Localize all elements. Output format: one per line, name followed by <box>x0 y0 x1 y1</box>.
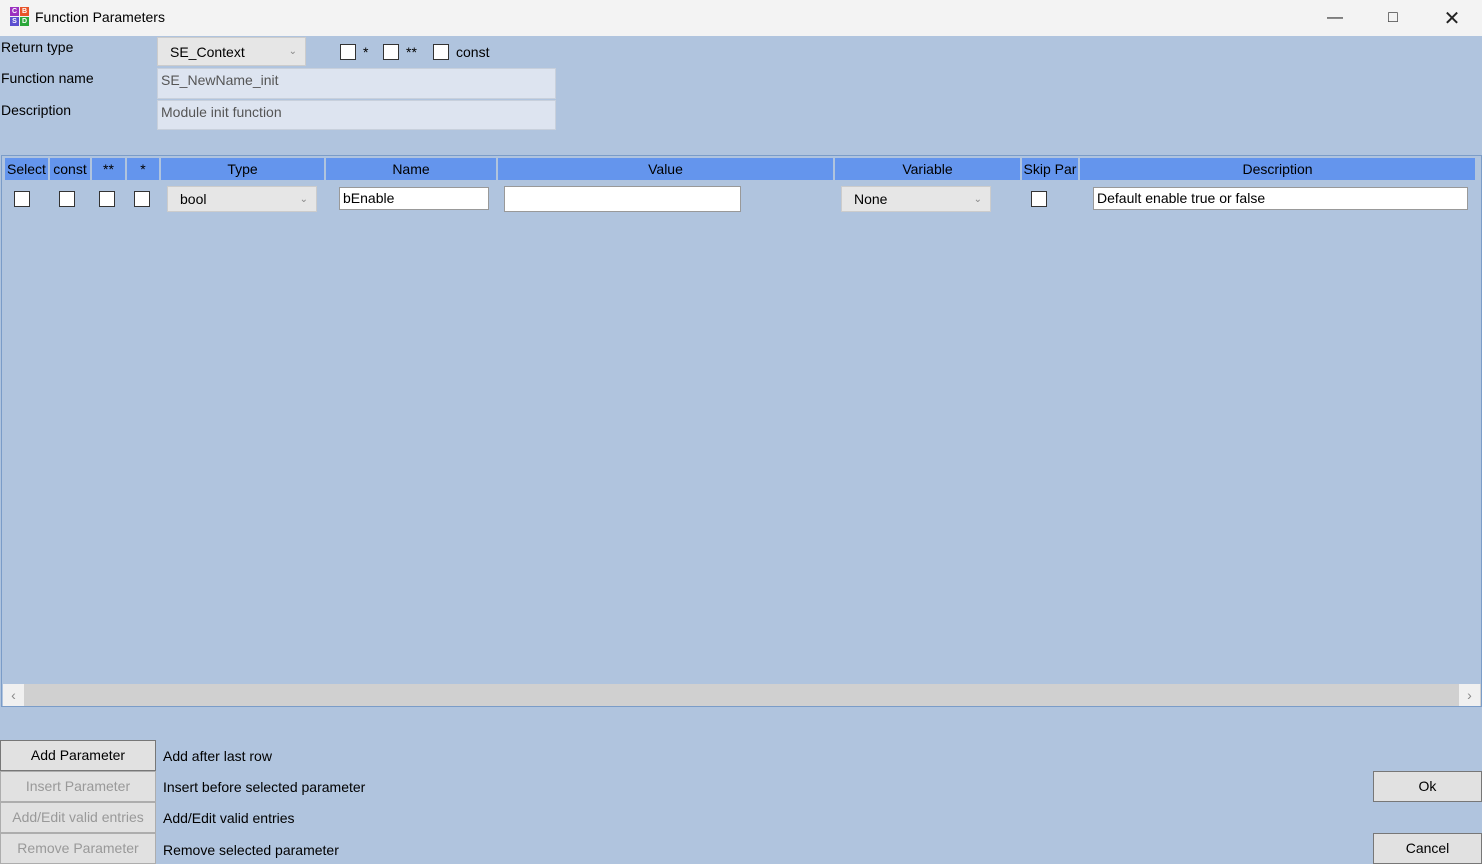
pointer-label: * <box>363 44 369 60</box>
row-variable-select[interactable]: None ⌄ <box>841 186 991 212</box>
return-type-select[interactable]: SE_Context ⌄ <box>157 37 306 66</box>
app-logo-icon: CBSD <box>10 7 29 26</box>
remove-parameter-button[interactable]: Remove Parameter <box>0 833 156 864</box>
chevron-down-icon: ⌄ <box>973 193 982 205</box>
header-variable: Variable <box>835 158 1020 180</box>
function-name-field[interactable]: SE_NewName_init <box>157 68 556 99</box>
chevron-down-icon: ⌄ <box>288 46 297 57</box>
ok-button[interactable]: Ok <box>1373 771 1482 802</box>
row-const-checkbox[interactable] <box>59 191 75 207</box>
pointer-checkbox[interactable] <box>340 44 356 60</box>
row-skip-par-checkbox[interactable] <box>1031 191 1047 207</box>
return-type-label: Return type <box>1 39 74 55</box>
const-label: const <box>456 44 490 60</box>
double-pointer-label: ** <box>406 44 417 60</box>
const-checkbox[interactable] <box>433 44 449 60</box>
row-type-select[interactable]: bool ⌄ <box>167 186 317 212</box>
remove-parameter-hint: Remove selected parameter <box>163 842 339 858</box>
header-description: Description <box>1080 158 1475 180</box>
description-field[interactable]: Module init function <box>157 100 556 130</box>
parameters-table <box>1 155 1482 707</box>
window-title: Function Parameters <box>35 9 165 25</box>
add-parameter-button[interactable]: Add Parameter <box>0 740 156 771</box>
cancel-button[interactable]: Cancel <box>1373 833 1482 864</box>
row-type-value: bool <box>180 191 207 207</box>
double-pointer-checkbox[interactable] <box>383 44 399 60</box>
function-name-label: Function name <box>1 70 94 86</box>
row-variable-value: None <box>854 191 888 207</box>
header-value: Value <box>498 158 833 180</box>
add-parameter-hint: Add after last row <box>163 748 272 764</box>
maximize-button[interactable]: □ <box>1364 0 1422 36</box>
title-bar <box>0 0 1482 36</box>
row-name-input[interactable]: bEnable <box>339 187 489 210</box>
row-select-checkbox[interactable] <box>14 191 30 207</box>
horizontal-scrollbar[interactable] <box>3 684 1481 706</box>
row-pointer-checkbox[interactable] <box>134 191 150 207</box>
header-select: Select <box>5 158 48 180</box>
edit-valid-entries-button[interactable]: Add/Edit valid entries <box>0 802 156 833</box>
scroll-right-icon[interactable]: › <box>1459 684 1480 706</box>
scroll-left-icon[interactable]: ‹ <box>3 684 24 706</box>
chevron-down-icon: ⌄ <box>299 193 308 205</box>
header-skip-par: Skip Par <box>1022 158 1078 180</box>
row-description-input[interactable]: Default enable true or false <box>1093 187 1468 210</box>
minimize-button[interactable]: — <box>1306 0 1364 36</box>
header-name: Name <box>326 158 496 180</box>
description-label: Description <box>1 102 72 118</box>
edit-valid-entries-hint: Add/Edit valid entries <box>163 810 295 826</box>
header-const: const <box>50 158 90 180</box>
row-double-pointer-checkbox[interactable] <box>99 191 115 207</box>
header-double-pointer: ** <box>92 158 125 180</box>
header-pointer: * <box>127 158 159 180</box>
close-button[interactable]: ✕ <box>1423 0 1481 36</box>
header-type: Type <box>161 158 324 180</box>
insert-parameter-button[interactable]: Insert Parameter <box>0 771 156 802</box>
row-value-input[interactable] <box>504 186 741 212</box>
insert-parameter-hint: Insert before selected parameter <box>163 779 366 795</box>
return-type-value: SE_Context <box>170 43 245 60</box>
